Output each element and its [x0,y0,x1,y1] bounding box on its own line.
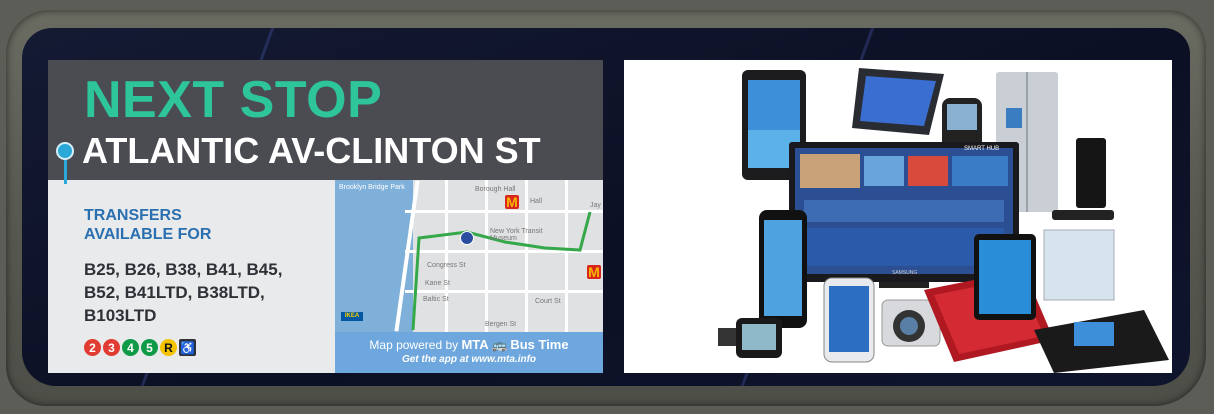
mta-brand: MTA [461,337,489,352]
route-line [64,160,67,184]
transfers-heading: TRANSFERS AVAILABLE FOR [84,206,284,244]
bus-time-brand: Bus Time [510,337,569,352]
mcdonalds-icon: M [587,264,601,280]
ad-panel: SAMSUNG SMART HUB [624,60,1172,373]
bus-icon: 🚌 [492,338,507,352]
bus-route-path [411,211,592,331]
transfer-routes: B25, B26, B38, B41, B45, B52, B41LTD, B3… [84,258,334,327]
subway-line-3-icon: 3 [103,339,120,356]
routes-line2: B52, B41LTD, B38LTD, [84,283,265,302]
stop-header: NEXT STOP ATLANTIC AV-CLINTON ST [48,60,603,184]
powered-by-text: Map powered by [369,338,459,352]
subway-line-4-icon: 4 [122,339,139,356]
subway-line-2-icon: 2 [84,339,101,356]
map-label: Hall [530,198,543,205]
transfers-line1: TRANSFERS [84,207,182,224]
map-label: Court St [535,298,561,305]
mcdonalds-icon: M [505,194,519,210]
next-stop-label: NEXT STOP [84,71,383,129]
get-app-text: Get the app at www.mta.info [401,354,537,365]
map-label: Bergen St [485,321,517,328]
electronics-collage-icon [718,68,1169,373]
stop-name: ATLANTIC AV-CLINTON ST [82,130,541,171]
tv-brand: SAMSUNG [892,270,918,276]
routes-line1: B25, B26, B38, B41, B45, [84,260,283,279]
map-label: Kane St [425,280,450,287]
subway-line-5-icon: 5 [141,339,158,356]
map-label: Borough Hall [475,186,516,193]
route-map: M M Borough Hall Hall New York Transit M… [335,180,603,373]
map-label: New York Transit Museum [490,228,543,242]
ikea-logo: IKEA [341,312,363,321]
map-label: Congress St [427,262,466,269]
map-label: Baltic St [423,296,449,303]
bus-location-icon [460,231,474,245]
next-stop-panel: NEXT STOP ATLANTIC AV-CLINTON ST TRANSFE… [48,60,603,373]
wheelchair-icon: ♿ [179,339,196,356]
subway-bullets: 2 3 4 5 R ♿ [84,339,196,356]
map-footer: Map powered by MTA 🚌 Bus Time Get the ap… [335,332,603,373]
map-label: Jay [590,202,601,209]
subway-line-r-icon: R [160,339,177,356]
stop-pin-icon [56,142,74,160]
map-label: Brooklyn Bridge Park [339,184,405,191]
map-powered-by: Map powered by MTA 🚌 Bus Time [335,337,603,353]
routes-line3: B103LTD [84,306,157,325]
transfers-line2: AVAILABLE FOR [84,226,212,243]
tv-smart-hub: SMART HUB [964,146,1000,152]
